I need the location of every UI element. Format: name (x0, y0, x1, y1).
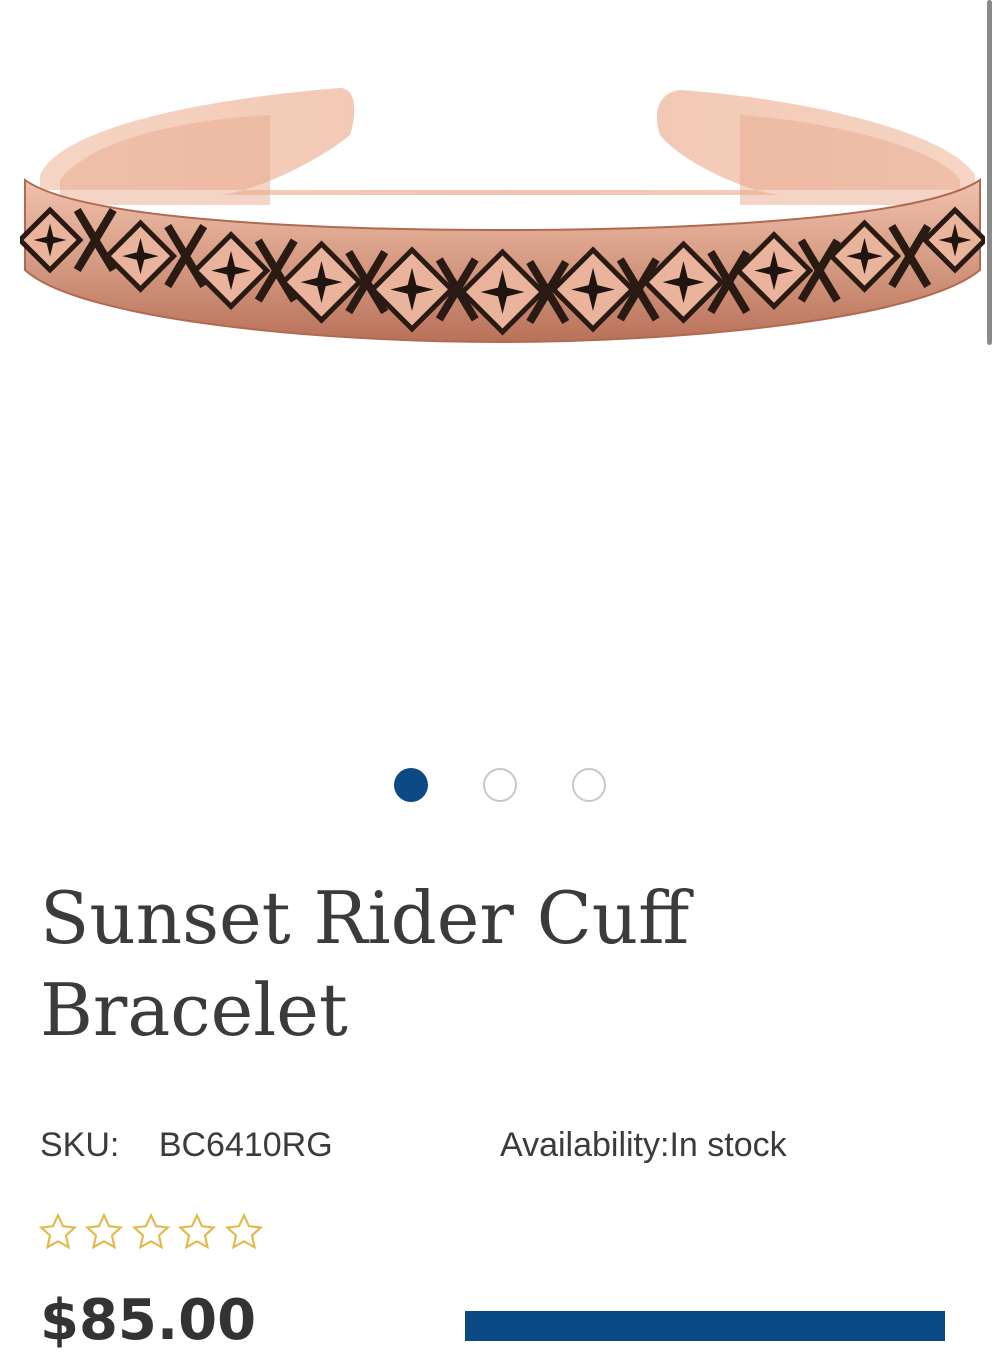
star-icon[interactable] (177, 1212, 217, 1252)
product-title: Sunset Rider Cuff Bracelet (40, 876, 690, 1052)
star-icon[interactable] (224, 1212, 264, 1252)
rating-stars[interactable] (38, 1212, 266, 1257)
page-scrollbar[interactable] (987, 0, 992, 345)
add-to-cart-button[interactable] (465, 1311, 945, 1341)
gallery-pagination (0, 768, 1000, 808)
sku-value: BC6410RG (158, 1126, 333, 1164)
product-price: $85.00 (40, 1288, 257, 1353)
gallery-dot-1[interactable] (394, 768, 428, 802)
star-icon[interactable] (38, 1212, 78, 1252)
product-gallery[interactable] (0, 0, 1000, 802)
sku-label: SKU: (40, 1126, 120, 1164)
sku-row: SKU: BC6410RG (40, 1126, 333, 1165)
star-icon[interactable] (84, 1212, 124, 1252)
star-icon[interactable] (131, 1212, 171, 1252)
gallery-dot-2[interactable] (483, 768, 517, 802)
availability-status: Availability:In stock (500, 1126, 787, 1164)
cuff-bracelet-image (20, 88, 985, 344)
gallery-dot-3[interactable] (572, 768, 606, 802)
